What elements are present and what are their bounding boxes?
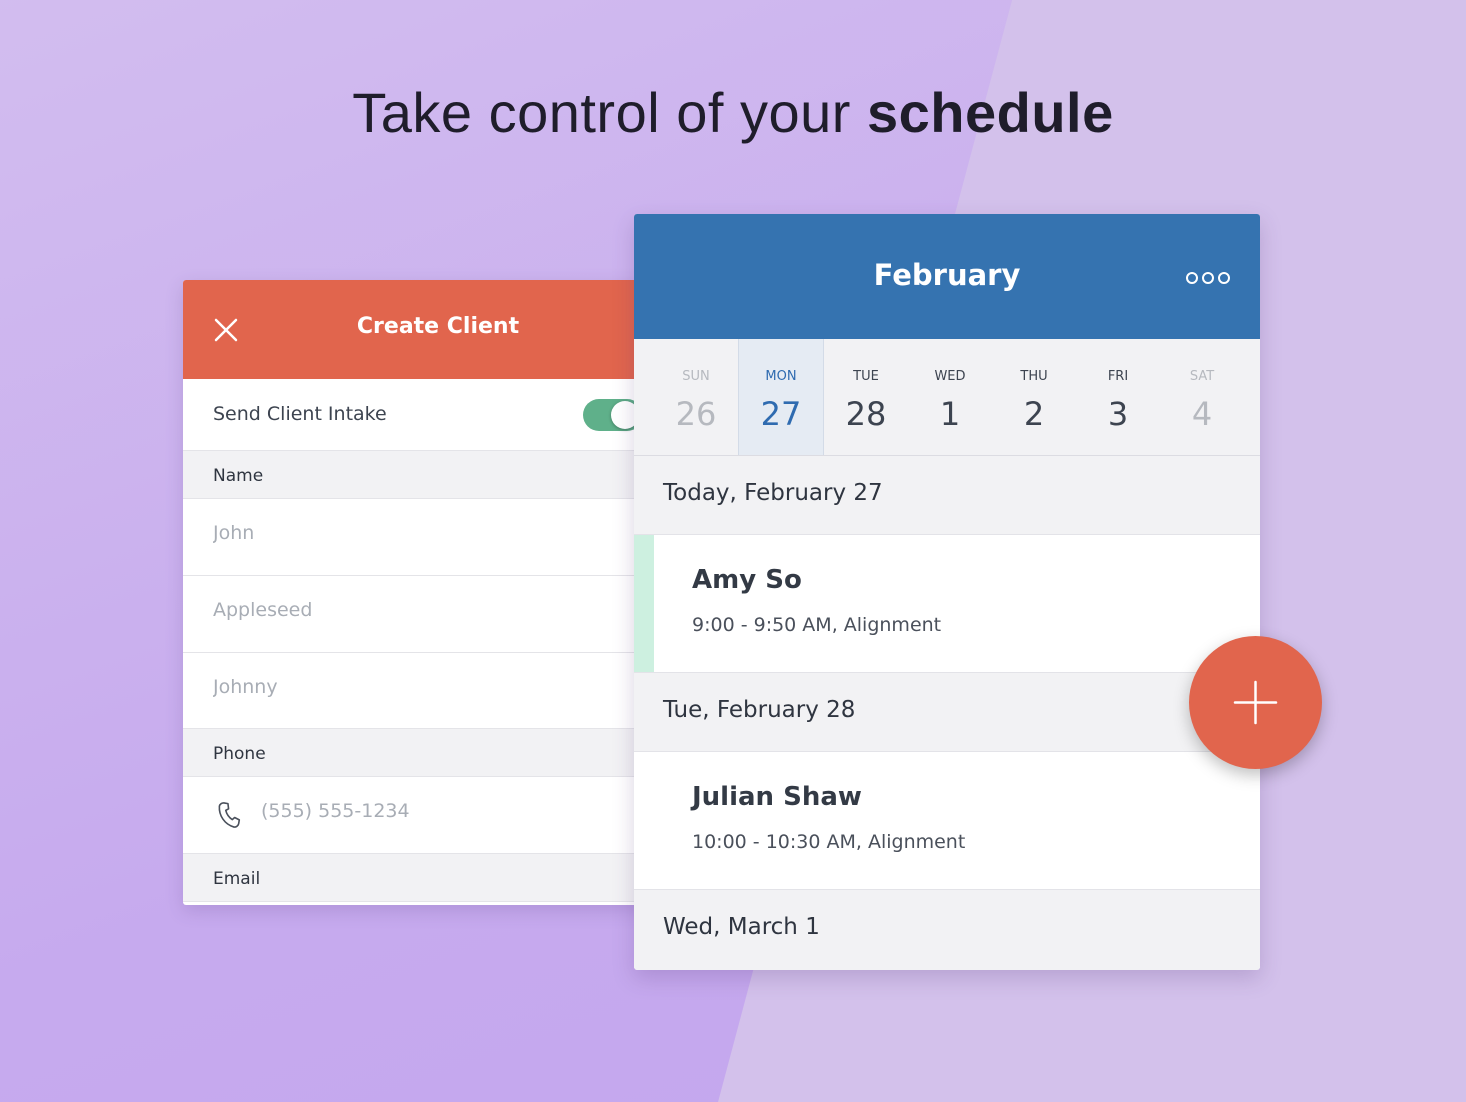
more-dot (1186, 272, 1198, 284)
nickname-input[interactable] (211, 675, 615, 699)
calendar-header: February (634, 214, 1260, 339)
agenda-date-label: Tue, February 28 (663, 697, 856, 723)
calendar-panel: February SUN 26 MON 27 TUE 28 WED 1 THU … (634, 214, 1260, 970)
name-section-label: Name (213, 466, 264, 486)
phone-icon (218, 802, 241, 828)
send-intake-row: Send Client Intake (183, 379, 653, 451)
more-dot (1218, 272, 1230, 284)
appointment-detail: 9:00 - 9:50 AM, Alignment (692, 614, 942, 636)
calendar-month-title: February (873, 258, 1021, 292)
day-name: WED (934, 369, 966, 384)
page-headline: Take control of your schedule (0, 80, 1466, 145)
more-icon[interactable] (1186, 270, 1230, 286)
day-number: 3 (1107, 395, 1129, 433)
appointment-card[interactable]: Julian Shaw 10:00 - 10:30 AM, Alignment (634, 752, 1260, 890)
send-intake-label: Send Client Intake (213, 403, 387, 425)
first-name-input[interactable] (211, 521, 615, 545)
plus-icon (1233, 680, 1278, 725)
create-client-panel: Create Client Send Client Intake Name Ph… (183, 280, 653, 905)
day-name: MON (765, 369, 797, 384)
day-wed[interactable]: WED 1 (908, 339, 992, 455)
phone-section-header: Phone (183, 729, 653, 777)
appointment-accent-bar (634, 535, 654, 672)
phone-row (183, 777, 653, 854)
appointment-client-name: Amy So (692, 565, 802, 595)
appointment-card[interactable]: Amy So 9:00 - 9:50 AM, Alignment (634, 535, 1260, 673)
day-mon[interactable]: MON 27 (738, 339, 824, 455)
add-appointment-button[interactable] (1189, 636, 1322, 769)
day-name: FRI (1107, 369, 1129, 384)
headline-regular: Take control of your (352, 81, 867, 144)
headline-bold: schedule (866, 81, 1114, 144)
email-section-label: Email (213, 869, 261, 889)
day-fri[interactable]: FRI 3 (1076, 339, 1160, 455)
day-name: SUN (682, 369, 710, 384)
agenda-date-header: Tue, February 28 (634, 673, 1260, 752)
nickname-row (183, 653, 653, 729)
email-section-header: Email (183, 854, 653, 902)
day-name: TUE (853, 369, 879, 384)
create-client-header: Create Client (183, 280, 653, 379)
day-sun[interactable]: SUN 26 (654, 339, 738, 455)
appointment-detail: 10:00 - 10:30 AM, Alignment (692, 831, 966, 853)
day-number: 1 (939, 395, 961, 433)
agenda-date-label: Wed, March 1 (663, 914, 820, 940)
more-dot (1202, 272, 1214, 284)
day-number: 26 (675, 395, 717, 433)
day-sat[interactable]: SAT 4 (1160, 339, 1244, 455)
agenda-date-header: Wed, March 1 (634, 890, 1260, 968)
day-number: 28 (845, 395, 887, 433)
day-tue[interactable]: TUE 28 (824, 339, 908, 455)
create-client-title: Create Client (356, 314, 520, 339)
agenda-date-label: Today, February 27 (663, 480, 883, 506)
week-strip: SUN 26 MON 27 TUE 28 WED 1 THU 2 FRI 3 S… (634, 339, 1260, 456)
phone-section-label: Phone (213, 744, 266, 764)
last-name-input[interactable] (211, 598, 615, 622)
name-section-header: Name (183, 451, 653, 499)
appointment-client-name: Julian Shaw (692, 782, 862, 812)
day-name: SAT (1189, 369, 1215, 384)
day-number: 2 (1023, 395, 1045, 433)
day-name: THU (1020, 369, 1048, 384)
day-thu[interactable]: THU 2 (992, 339, 1076, 455)
last-name-row (183, 576, 653, 653)
day-number: 27 (760, 395, 802, 433)
day-number: 4 (1191, 395, 1213, 433)
agenda-date-header: Today, February 27 (634, 456, 1260, 535)
first-name-row (183, 499, 653, 576)
phone-input[interactable] (259, 799, 653, 823)
